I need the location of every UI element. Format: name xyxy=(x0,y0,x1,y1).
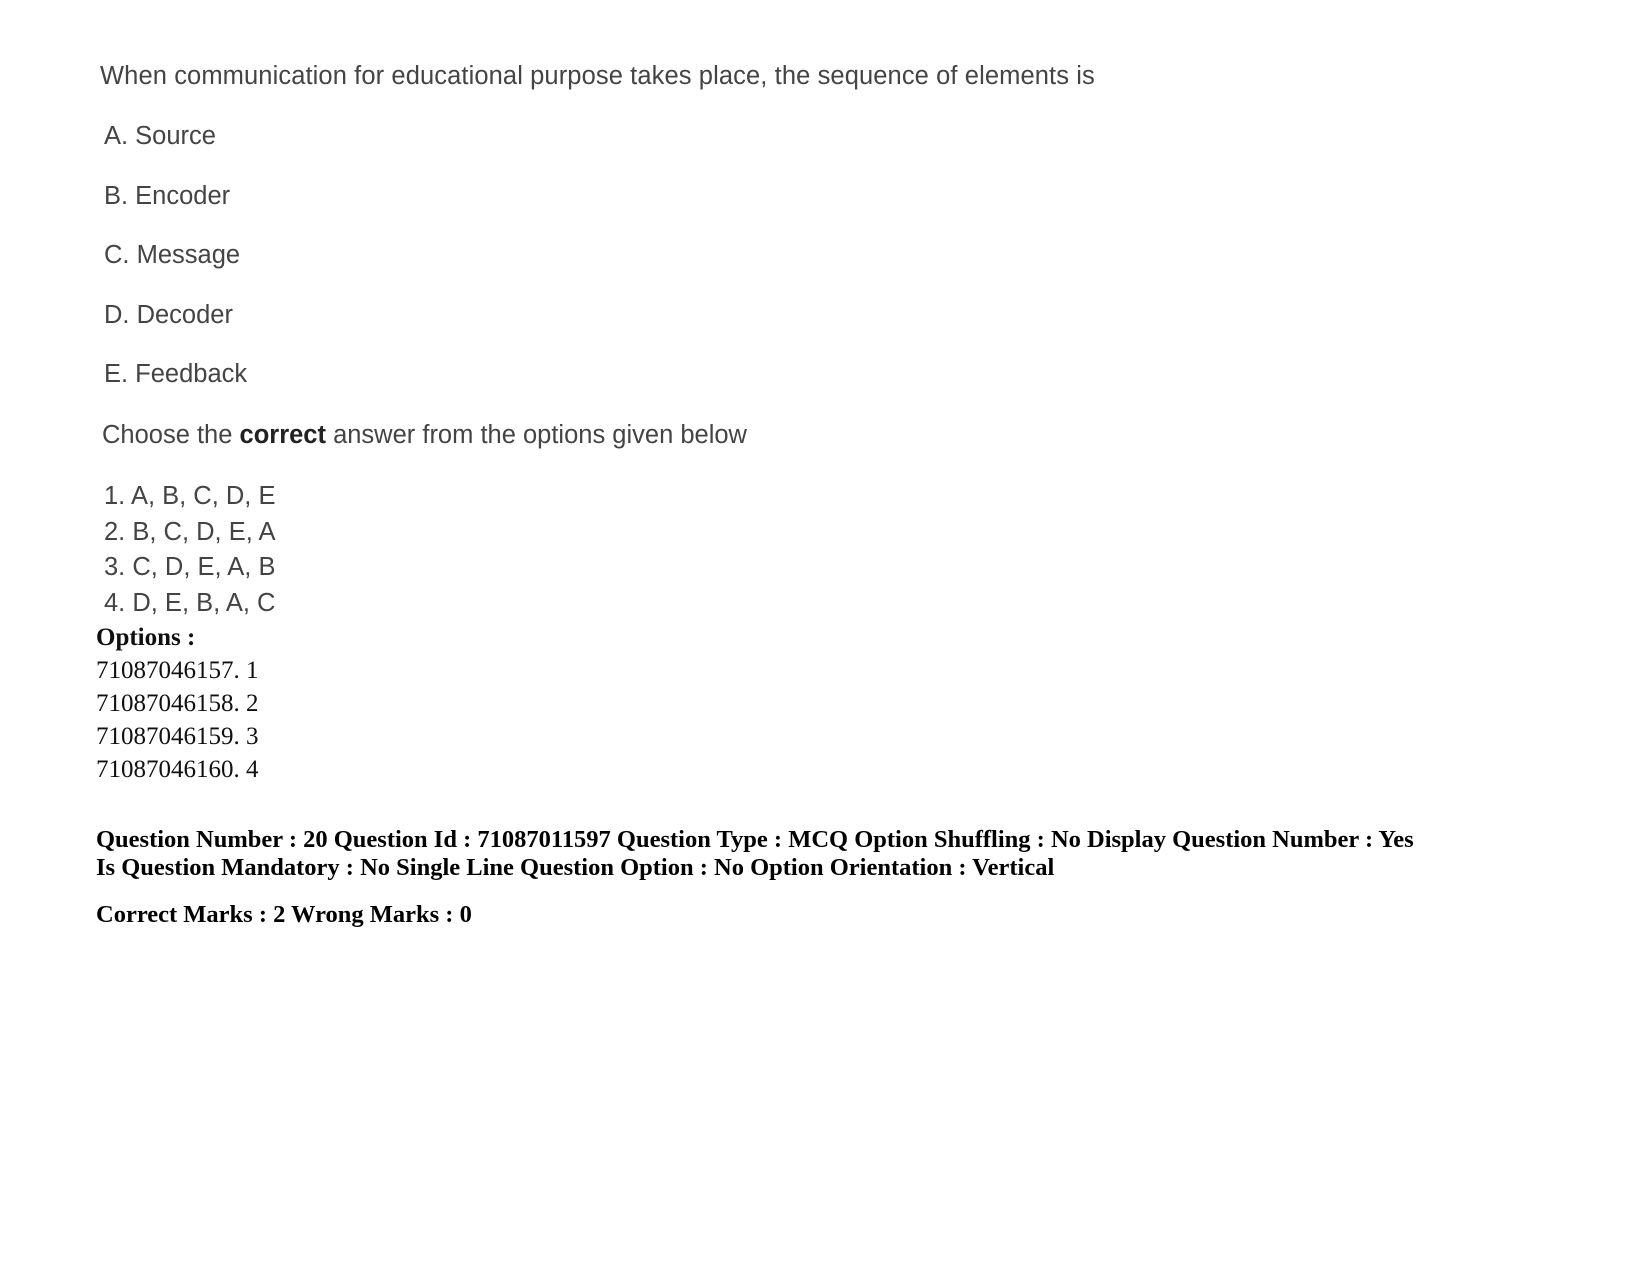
instruction-emphasis: correct xyxy=(239,421,326,449)
instruction-line: Choose the correct answer from the optio… xyxy=(102,419,747,451)
answer-choice-list: 1. A, B, C, D, E 2. B, C, D, E, A 3. C, … xyxy=(104,479,804,621)
option-id-3: 71087046159. 3 xyxy=(96,723,259,750)
option-id-1: 71087046157. 1 xyxy=(96,657,259,684)
instruction-text-after: answer from the options given below xyxy=(325,421,747,449)
answer-choice-2[interactable]: 2. B, C, D, E, A xyxy=(104,515,804,551)
statement-item-a: A. Source xyxy=(104,122,216,150)
answer-choice-3[interactable]: 3. C, D, E, A, B xyxy=(104,550,804,586)
option-id-2: 71087046158. 2 xyxy=(96,690,259,717)
answer-choice-1[interactable]: 1. A, B, C, D, E xyxy=(104,479,804,515)
question-metadata: Question Number : 20 Question Id : 71087… xyxy=(96,826,1426,929)
metadata-details: Question Number : 20 Question Id : 71087… xyxy=(96,826,1414,881)
statement-item-e: E. Feedback xyxy=(104,360,248,388)
options-block: Options : 71087046157. 1 71087046158. 2 … xyxy=(96,621,259,786)
question-stem: When communication for educational purpo… xyxy=(100,62,1095,90)
instruction-text-before: Choose the xyxy=(102,421,240,449)
answer-choice-4[interactable]: 4. D, E, B, A, C xyxy=(104,586,804,622)
metadata-marks: Correct Marks : 2 Wrong Marks : 0 xyxy=(96,901,472,928)
statement-item-b: B. Encoder xyxy=(104,181,231,210)
question-page: When communication for educational purpo… xyxy=(0,0,1650,1275)
statement-item-d: D. Decoder xyxy=(104,300,233,329)
statement-list: A. Source B. Encoder C. Message D. Decod… xyxy=(104,121,1004,419)
statement-item-c: C. Message xyxy=(104,241,241,269)
options-heading: Options : xyxy=(96,624,196,651)
option-id-4: 71087046160. 4 xyxy=(96,756,259,783)
